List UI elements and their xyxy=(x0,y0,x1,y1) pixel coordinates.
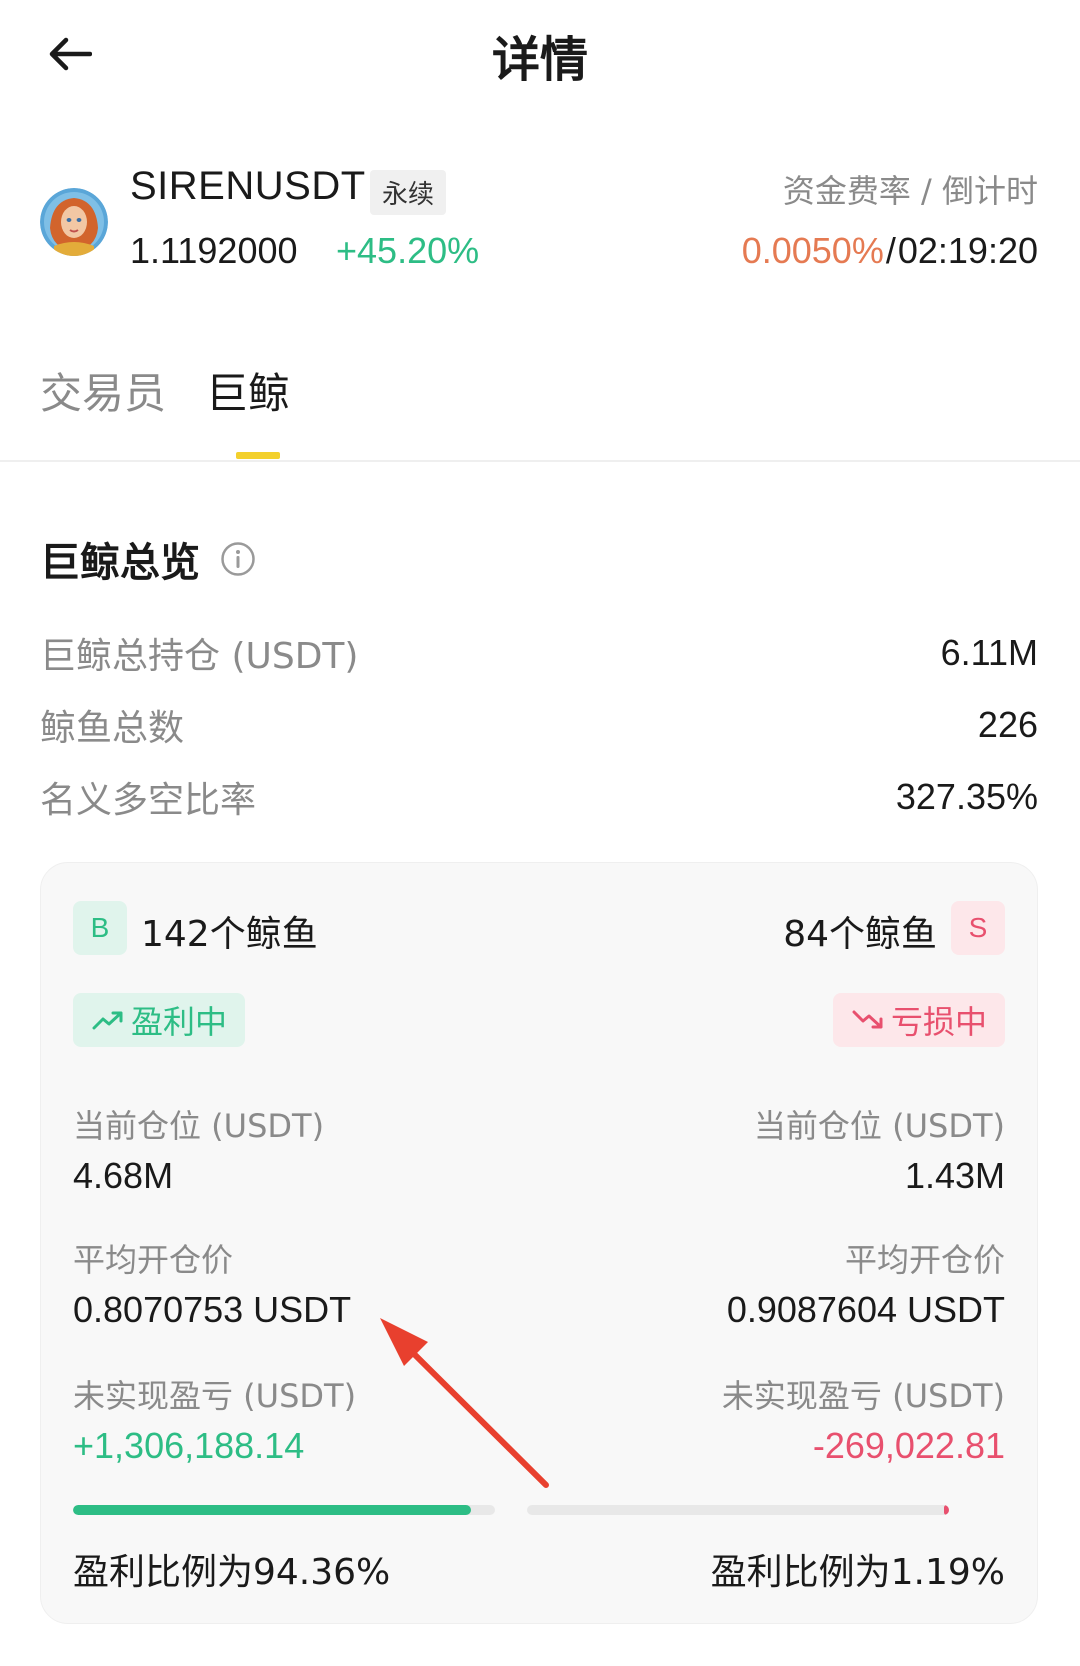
active-tab-indicator xyxy=(236,452,280,459)
tab-traders[interactable]: 交易员 xyxy=(40,360,166,421)
stat-long-short-ratio: 名义多空比率 327.35% xyxy=(40,772,1038,822)
tab-whales[interactable]: 巨鲸 xyxy=(206,360,290,421)
trend-up-icon xyxy=(92,1011,123,1030)
overview-title-text: 巨鲸总览 xyxy=(40,540,200,586)
funding-rate: 0.0050% xyxy=(741,230,884,271)
short-position-label: 当前仓位 (USDT) xyxy=(753,1107,1005,1145)
short-profit-ratio-text: 盈利比例为1.19% xyxy=(710,1552,1005,1593)
header-bar: 详情 xyxy=(0,0,1080,110)
funding-label: 资金费率 / 倒计时 xyxy=(782,172,1038,210)
coin-price: 1.1192000 xyxy=(130,230,298,271)
long-profit-ratio-fill xyxy=(73,1505,472,1515)
long-short-card: B 142个鲸鱼 84个鲸鱼 S 盈利中 亏损中 当前仓位 (USDT) 当前仓… xyxy=(40,862,1038,1624)
coin-summary: SIRENUSDT 永续 1.1192000 +45.20% 资金费率 / 倒计… xyxy=(40,160,1038,280)
short-avg-price-value: 0.9087604 USDT xyxy=(726,1289,1005,1330)
funding-value: 0.0050%/02:19:20 xyxy=(742,230,1038,272)
siren-avatar-icon xyxy=(40,188,108,256)
overview-title: 巨鲸总览 xyxy=(40,530,256,588)
short-pnl-label: 未实现盈亏 (USDT) xyxy=(721,1377,1005,1415)
stat-label: 巨鲸总持仓 (USDT) xyxy=(40,636,359,677)
short-whale-count: 84个鲸鱼 xyxy=(783,914,937,955)
short-position-value: 1.43M xyxy=(904,1155,1005,1196)
long-profit-ratio-text: 盈利比例为94.36% xyxy=(73,1552,391,1593)
stat-value: 6.11M xyxy=(940,632,1038,673)
long-pnl-label: 未实现盈亏 (USDT) xyxy=(73,1377,357,1415)
short-profit-ratio-bar xyxy=(527,1505,949,1515)
short-pnl-value: -269,022.81 xyxy=(812,1425,1005,1466)
loss-status-badge: 亏损中 xyxy=(832,993,1005,1047)
stat-whale-count: 鲸鱼总数 226 xyxy=(40,700,1038,750)
price-change: +45.20% xyxy=(336,230,480,271)
long-avg-price-value: 0.8070753 USDT xyxy=(73,1289,352,1330)
stat-label: 名义多空比率 xyxy=(40,780,257,821)
info-icon[interactable] xyxy=(220,541,256,577)
coin-symbol: SIRENUSDT xyxy=(130,164,366,208)
trend-down-icon xyxy=(852,1010,883,1029)
funding-countdown: 02:19:20 xyxy=(897,230,1038,271)
sell-badge: S xyxy=(951,901,1005,955)
long-position-label: 当前仓位 (USDT) xyxy=(73,1107,325,1145)
tab-bar: 交易员 巨鲸 xyxy=(40,360,1040,460)
long-avg-price-label: 平均开仓价 xyxy=(73,1241,234,1279)
long-profit-ratio-bar xyxy=(73,1505,495,1515)
long-pnl-value: +1,306,188.14 xyxy=(73,1425,305,1466)
loss-status-text: 亏损中 xyxy=(890,1003,987,1041)
short-profit-ratio-fill xyxy=(943,1505,949,1515)
stat-total-position: 巨鲸总持仓 (USDT) 6.11M xyxy=(40,628,1038,678)
buy-badge: B xyxy=(73,901,127,955)
stat-value: 327.35% xyxy=(895,776,1038,817)
profit-status-text: 盈利中 xyxy=(131,1003,228,1041)
tab-divider xyxy=(0,460,1080,462)
long-whale-count: 142个鲸鱼 xyxy=(141,914,318,955)
perpetual-tag: 永续 xyxy=(370,170,447,215)
funding-separator: / xyxy=(885,230,896,271)
page-title: 详情 xyxy=(491,32,588,88)
long-position-value: 4.68M xyxy=(73,1155,174,1196)
short-avg-price-label: 平均开仓价 xyxy=(844,1241,1005,1279)
stat-label: 鲸鱼总数 xyxy=(40,708,185,749)
stat-value: 226 xyxy=(977,704,1038,745)
profit-status-badge: 盈利中 xyxy=(73,993,246,1047)
